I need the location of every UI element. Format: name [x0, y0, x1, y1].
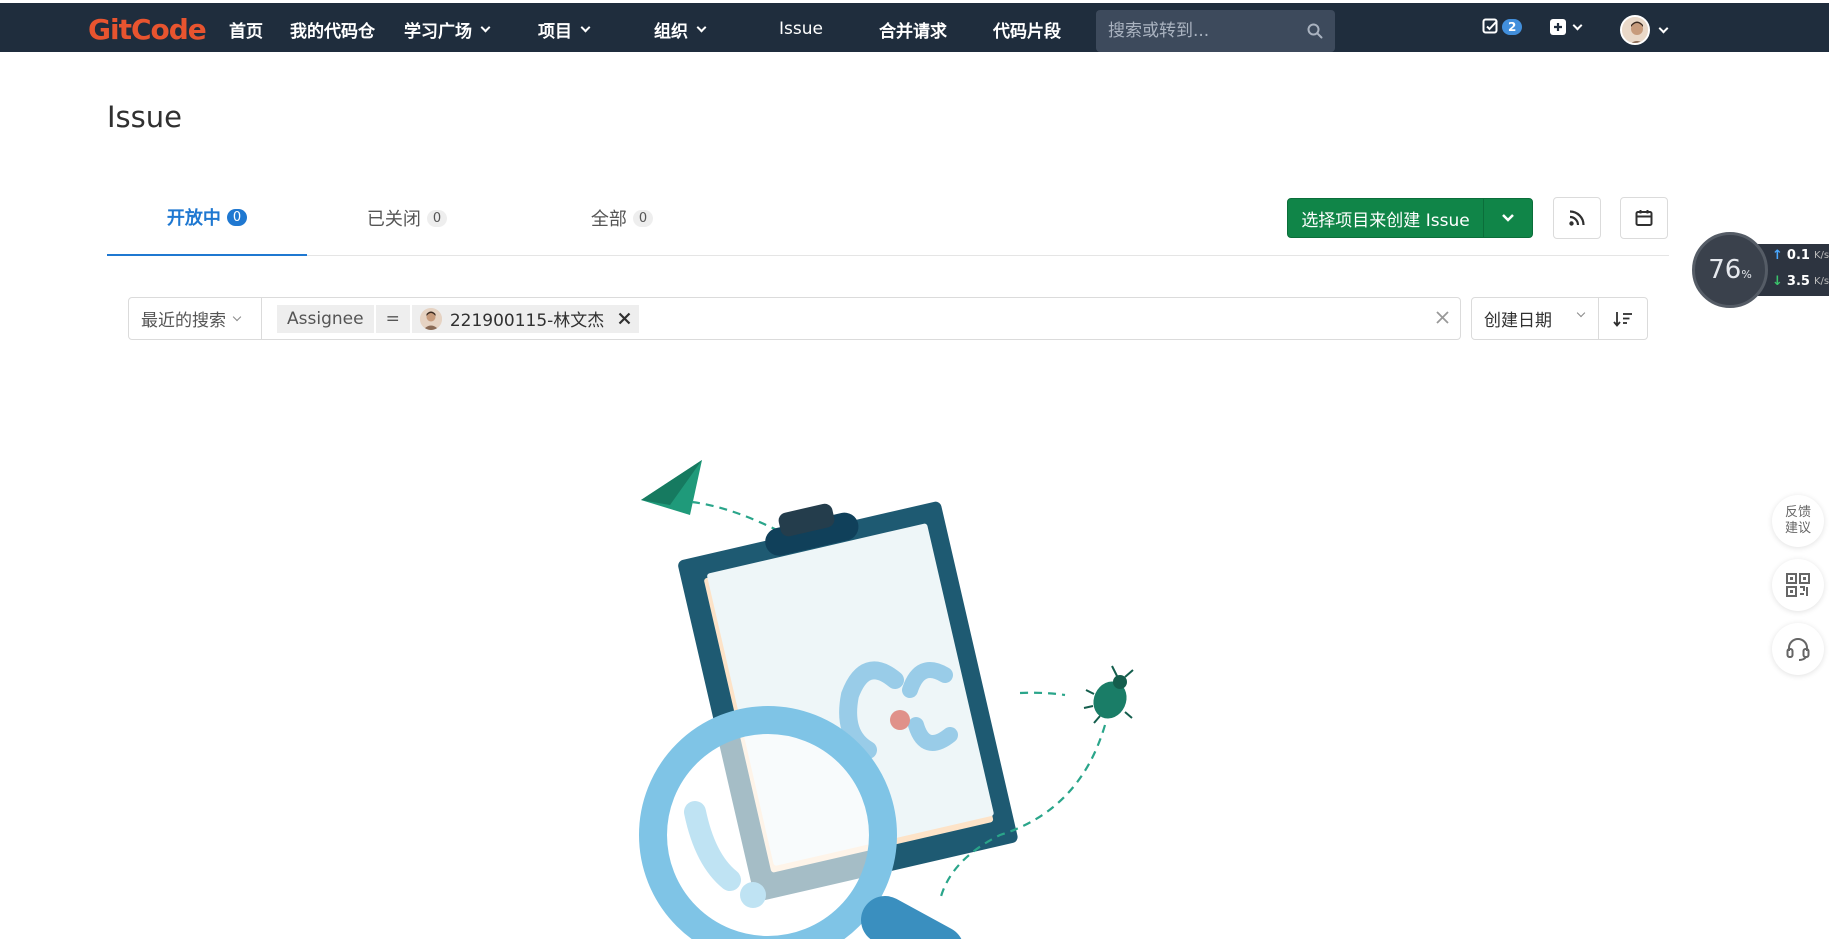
nav-snippets-label: 代码片段: [993, 21, 1061, 42]
tab-open-label: 开放中: [166, 208, 221, 229]
nav-home-label: 首页: [229, 21, 263, 42]
qr-code-icon: [1786, 573, 1810, 597]
rss-icon: [1569, 210, 1585, 226]
filter-token-value: 221900115-林文杰: [411, 304, 640, 333]
nav-learning[interactable]: 学习广场: [404, 3, 491, 55]
nav-my-repos-label: 我的代码仓: [290, 21, 375, 42]
nav-learning-label: 学习广场: [404, 21, 472, 42]
chevron-down-icon: [1658, 23, 1669, 33]
search-icon[interactable]: [1307, 23, 1323, 39]
page-title: Issue: [107, 100, 182, 134]
feedback-button[interactable]: 反馈 建议: [1772, 495, 1824, 547]
nav-issue[interactable]: Issue: [779, 3, 823, 55]
sort-field-dropdown[interactable]: 创建日期: [1471, 297, 1599, 340]
chevron-down-icon: [1572, 20, 1583, 30]
gitcode-logo[interactable]: GitCode: [88, 12, 207, 46]
search-input[interactable]: [1108, 21, 1298, 41]
filter-token-value-text: 221900115-林文杰: [449, 311, 605, 331]
tab-open[interactable]: 开放中 0: [107, 180, 307, 256]
clear-filter-icon[interactable]: [1435, 310, 1450, 325]
plus-square-icon: [1550, 19, 1566, 35]
speed-percent-unit: %: [1741, 268, 1752, 281]
nav-merge-requests-label: 合并请求: [879, 21, 947, 42]
download-value: 3.5: [1786, 274, 1810, 289]
create-issue-dropdown-toggle[interactable]: [1484, 199, 1532, 237]
tab-closed-label: 已关闭: [366, 209, 421, 230]
chevron-down-icon: [1502, 214, 1514, 222]
nav-issue-label: Issue: [779, 19, 823, 39]
upload-speed: ↑ 0.1 K/s: [1772, 248, 1829, 263]
tab-all[interactable]: 全部 0: [507, 180, 737, 256]
avatar: [419, 307, 442, 330]
rss-feed-button[interactable]: [1553, 197, 1601, 239]
avatar: [1620, 15, 1650, 45]
tab-open-count: 0: [226, 208, 248, 226]
nav-snippets[interactable]: 代码片段: [993, 3, 1061, 55]
user-menu[interactable]: [1620, 15, 1669, 45]
filter-token-key: Assignee: [277, 304, 374, 333]
calendar-feed-button[interactable]: [1620, 197, 1668, 239]
speed-percent: 76%: [1708, 255, 1752, 285]
create-issue-split-button: 选择项目来创建 Issue: [1287, 198, 1533, 238]
top-navbar: GitCode 首页 我的代码仓 学习广场 项目 组织 Issue 合并请求 代…: [0, 0, 1829, 52]
download-unit: K/s: [1813, 276, 1829, 287]
empty-state-illustration: [620, 450, 1160, 943]
sort-direction-button[interactable]: [1598, 297, 1648, 340]
download-speed: ↓ 3.5 K/s: [1772, 274, 1829, 289]
user-avatar-icon: [419, 307, 442, 330]
nav-groups[interactable]: 组织: [654, 3, 707, 55]
tab-closed-count: 0: [426, 209, 448, 227]
nav-projects[interactable]: 项目: [538, 3, 591, 55]
logo-text: GitCode: [88, 12, 207, 46]
headset-icon: [1786, 638, 1810, 661]
tab-all-count: 0: [632, 209, 654, 227]
speed-gauge: 76%: [1692, 232, 1768, 308]
nav-merge-requests[interactable]: 合并请求: [879, 3, 947, 55]
filter-token-assignee[interactable]: Assignee = 221900115-林文杰: [277, 304, 640, 333]
speed-percent-value: 76: [1708, 255, 1742, 285]
empty-issues-illustration: [639, 460, 1134, 943]
nav-groups-label: 组织: [654, 21, 688, 42]
qr-code-button[interactable]: [1772, 559, 1824, 611]
tab-closed[interactable]: 已关闭 0: [307, 180, 507, 256]
sort-descending-icon: [1613, 311, 1632, 327]
chevron-down-icon: [696, 22, 707, 32]
todo-button[interactable]: 2: [1482, 18, 1523, 35]
issue-filter-bar: 最近的搜索 Assignee = 221900115-林文杰: [128, 297, 1461, 340]
chevron-down-icon: [480, 22, 491, 32]
global-search: [1096, 10, 1335, 52]
bug-icon: [1083, 665, 1134, 724]
todo-check-icon: [1482, 18, 1498, 34]
remove-token-icon[interactable]: [618, 312, 631, 325]
upload-value: 0.1: [1786, 248, 1810, 263]
tab-all-label: 全部: [590, 209, 627, 230]
create-issue-button[interactable]: 选择项目来创建 Issue: [1288, 199, 1484, 237]
nav-my-repos[interactable]: 我的代码仓: [290, 3, 375, 55]
feedback-label: 反馈 建议: [1784, 505, 1811, 536]
new-menu-button[interactable]: [1550, 19, 1583, 35]
side-tools: 反馈 建议: [1772, 495, 1829, 687]
arrow-up-icon: ↑: [1772, 248, 1783, 263]
network-speed-widget[interactable]: 76% ↑ 0.1 K/s ↓ 3.5 K/s: [1692, 232, 1829, 308]
upload-unit: K/s: [1813, 250, 1829, 261]
recent-searches-dropdown[interactable]: 最近的搜索: [129, 298, 262, 339]
arrow-down-icon: ↓: [1772, 274, 1783, 289]
chevron-down-icon: [1576, 308, 1586, 318]
filter-token-operator: =: [375, 304, 410, 333]
nav-projects-label: 项目: [538, 21, 572, 42]
sort-field-label: 创建日期: [1484, 311, 1552, 331]
user-avatar-icon: [1622, 17, 1648, 43]
calendar-icon: [1635, 210, 1653, 226]
recent-searches-label: 最近的搜索: [141, 311, 226, 331]
todo-count-badge: 2: [1502, 18, 1523, 35]
chevron-down-icon: [580, 22, 591, 32]
customer-service-button[interactable]: [1772, 623, 1824, 675]
chevron-down-icon: [232, 312, 242, 321]
nav-home[interactable]: 首页: [229, 3, 263, 55]
